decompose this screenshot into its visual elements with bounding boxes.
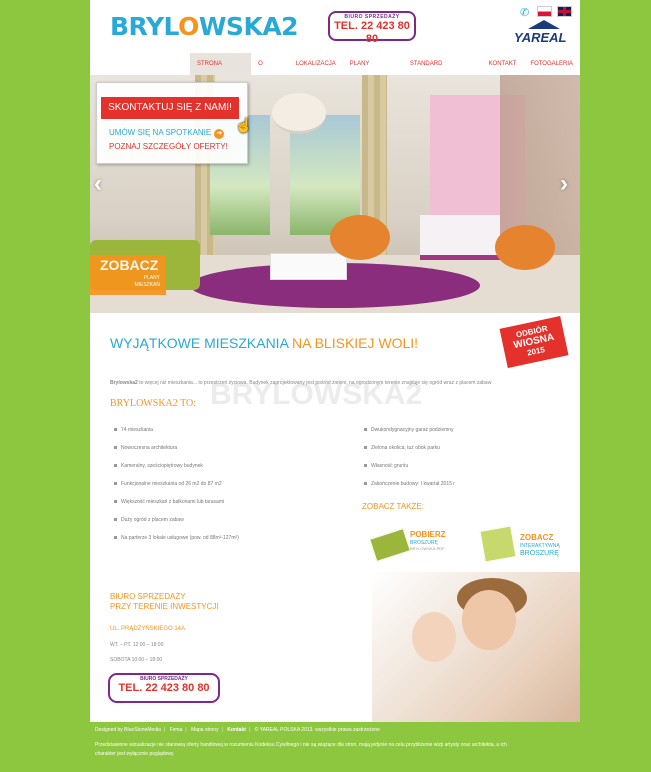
designed-by-link[interactable]: Designed by BlueStoneMedia	[95, 727, 161, 733]
nav-item-company[interactable]: O FIRMIE	[251, 53, 289, 89]
pointer-hand-icon: ☝	[235, 117, 253, 133]
list-item: Funkcjonalne mieszkania od 26 m2 do 87 m…	[114, 480, 239, 498]
schedule-meeting-link[interactable]: UMÓW SIĘ NA SPOTKANIE ➜	[109, 128, 225, 139]
footer-link-contact[interactable]: Kontakt	[227, 727, 246, 733]
footer-copyright: © YAREAL POLSKA 2013. wszystkie prawa za…	[254, 727, 380, 733]
list-item: Duży ogród z placem zabaw	[114, 516, 239, 534]
brochure-icon	[369, 528, 411, 562]
interactive-brochure-l2: INTERAKTYWNĄ	[520, 543, 560, 549]
page-container: BRYLOWSKA2 BIURO SPRZEDAŻY TEL. 22 423 8…	[90, 0, 580, 722]
office-phone-number: TEL. 22 423 80 80	[118, 682, 210, 694]
flag-pl-icon[interactable]	[537, 6, 552, 17]
interactive-brochure-link[interactable]: ZOBACZ INTERAKTYWNĄ BROSZURĘ	[479, 524, 577, 564]
footer-links: Designed by BlueStoneMedia | Firma | Mapa …	[95, 727, 380, 733]
see-floor-plans-title: ZOBACZ	[100, 257, 159, 273]
list-item: Zakończenie budowy: I kwartał 2015 r	[364, 480, 455, 498]
nav-item-location[interactable]: LOKALIZACJA	[289, 53, 343, 75]
office-phone-badge[interactable]: BIURO SPRZEDAŻY TEL. 22 423 80 80	[108, 673, 220, 703]
offer-details-link[interactable]: POZNAJ SZCZEGÓŁY OFERTY!	[109, 142, 228, 151]
logo-text-main: BRYL	[110, 12, 179, 41]
nav-item-gallery[interactable]: FOTOGALERIA	[523, 53, 580, 75]
list-item: Większość mieszkań z balkonami lub taras…	[114, 498, 239, 516]
sales-office-hours-week: WT. – PT. 12:00 – 18:00	[110, 642, 164, 648]
slider-prev-icon[interactable]: ‹	[94, 170, 102, 198]
tagline-part1: WYJĄTKOWE MIESZKANIA	[110, 335, 289, 351]
footer-link-sitemap[interactable]: Mapa strony	[191, 727, 219, 733]
see-floor-plans-sub1: PLANY	[143, 275, 160, 281]
developer-logo-roof	[528, 20, 560, 29]
flag-en-icon[interactable]	[557, 6, 572, 17]
nav-item-contact[interactable]: KONTAKT	[482, 53, 524, 75]
logo-text-rest: WSKA	[198, 12, 282, 41]
hero-lamp	[272, 93, 326, 134]
promo-badge: ODBIÓR WIOSNA 2015	[499, 315, 569, 369]
see-floor-plans-button[interactable]: ZOBACZ PLANY MIESZKAŃ	[90, 255, 166, 295]
features-title: BRYLOWSKA2 TO:	[110, 398, 197, 409]
arrow-right-icon: ➜	[214, 129, 225, 139]
sales-office-hours-saturday: SOBOTA 10:00 – 18:00	[110, 657, 163, 663]
nav-item-home[interactable]: STRONA GŁÓWNA	[190, 53, 252, 89]
list-item: Zielona okolica, tuż obok parku	[364, 444, 455, 462]
features-list-right: Dwukondygnacyjny garaż podziemny Zielona…	[364, 426, 455, 498]
interactive-brochure-l3: BROSZURĘ	[520, 550, 559, 557]
intro-brand: Brylowska2	[110, 380, 138, 386]
hero-slider: ‹ › SKONTAKTUJ SIĘ Z NAMI! ☝ UMÓW SIĘ NA…	[90, 75, 580, 313]
family-photo	[372, 572, 580, 722]
main-nav: STRONA GŁÓWNA O FIRMIE LOKALIZACJA PLANY…	[190, 53, 580, 89]
schedule-meeting-label: UMÓW SIĘ NA SPOTKANIE	[109, 128, 212, 137]
list-item: 74 mieszkania	[114, 426, 239, 444]
list-item: Własność gruntu	[364, 462, 455, 480]
footer-disclaimer: Przedstawione wizualizacje nie stanowią …	[95, 742, 507, 757]
list-item: Nowoczesna architektura	[114, 444, 239, 462]
contact-us-button[interactable]: SKONTAKTUJ SIĘ Z NAMI!	[101, 97, 239, 119]
site-header: BRYLOWSKA2 BIURO SPRZEDAŻY TEL. 22 423 8…	[90, 0, 580, 89]
header-phone-badge[interactable]: BIURO SPRZEDAŻY TEL. 22 423 80 80	[328, 11, 416, 45]
hero-bed	[420, 215, 500, 260]
download-brochure-l1: POBIERZ	[410, 530, 446, 539]
list-item: Dwukondygnacyjny garaż podziemny	[364, 426, 455, 444]
list-item: Na parterze 3 lokale usługowe (pow. od 8…	[114, 534, 239, 552]
site-footer: Designed by BlueStoneMedia | Firma | Mapa …	[95, 727, 595, 759]
phone-number: TEL. 22 423 80 80	[334, 20, 410, 45]
sales-office-title-line2: PRZY TERENIE INWESTYCJI	[110, 602, 219, 611]
features-list-left: 74 mieszkania Nowoczesna architektura Ka…	[114, 426, 239, 552]
site-logo[interactable]: BRYLOWSKA2	[110, 12, 299, 41]
developer-logo[interactable]: YAREAL	[514, 30, 566, 45]
contact-cta-box: SKONTAKTUJ SIĘ Z NAMI! ☝ UMÓW SIĘ NA SPO…	[96, 82, 252, 164]
footer-link-company[interactable]: Firma	[170, 727, 183, 733]
nav-item-floor-plans[interactable]: PLANY MIESZKAŃ	[343, 53, 403, 89]
list-item: Kameralny, sześciopiętrowy budynek	[114, 462, 239, 480]
nav-item-technical-standard[interactable]: STANDARD TECHNICZNY	[403, 53, 482, 89]
see-also-title: ZOBACZ TAKŻE:	[362, 502, 424, 511]
slider-next-icon[interactable]: ›	[560, 170, 568, 198]
hero-chair	[495, 225, 555, 270]
see-floor-plans-sub2: MIESZKAŃ	[134, 282, 160, 288]
interactive-brochure-icon	[479, 525, 517, 563]
logo-text-num: 2	[281, 12, 299, 41]
family-photo-baby	[412, 612, 456, 662]
hero-chair	[330, 215, 390, 260]
family-photo-adult	[462, 590, 516, 650]
hero-table	[270, 253, 347, 280]
interactive-brochure-l1: ZOBACZ	[520, 533, 554, 542]
sales-office-title: BIURO SPRZEDAŻY PRZY TERENIE INWESTYCJI	[110, 592, 219, 612]
intro-text: Brylowska2 to więcej niż mieszkania... t…	[110, 380, 550, 386]
sales-office-address: UL. PRĄDZYŃSKIEGO 14A	[110, 626, 186, 632]
logo-text-o: O	[178, 12, 199, 41]
sales-office-title-line1: BIURO SPRZEDAŻY	[110, 592, 186, 601]
download-brochure-link[interactable]: POBIERZ BROSZURĘ BRYLOWSKA-PDF	[369, 527, 467, 562]
tagline: WYJĄTKOWE MIESZKANIA NA BLISKIEJ WOLI!	[110, 335, 418, 351]
download-brochure-l3: BRYLOWSKA-PDF	[410, 546, 445, 551]
tagline-part2: NA BLISKIEJ WOLI!	[292, 335, 419, 351]
phone-icon[interactable]: ✆	[520, 6, 529, 19]
intro-rest: to więcej niż mieszkania... to przestrze…	[139, 380, 492, 386]
